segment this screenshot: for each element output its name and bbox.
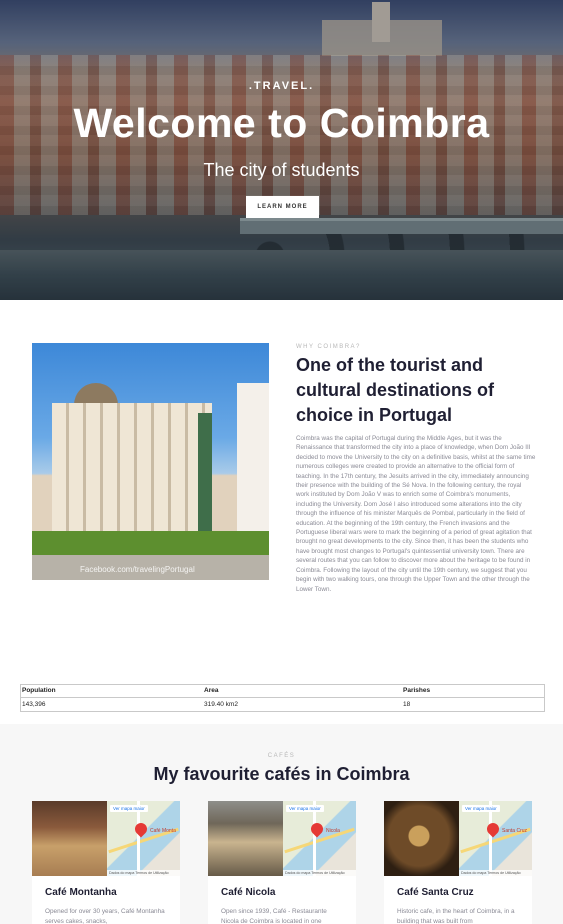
photo-statue	[198, 413, 212, 543]
cafe-name: Café Montanha	[45, 887, 117, 898]
stats-header-area: Area	[204, 687, 219, 694]
cafes-kicker: CAFÉS	[267, 753, 296, 759]
stats-header-row: Population Area Parishes	[21, 685, 544, 698]
cafe-photo	[208, 801, 283, 876]
cafe-photo	[384, 801, 459, 876]
stats-header-parishes: Parishes	[403, 687, 431, 694]
cafe-name: Café Santa Cruz	[397, 887, 474, 898]
view-larger-map-link[interactable]: Ver mapa maior	[110, 805, 148, 812]
cafes-title: My favourite cafés in Coimbra	[153, 764, 410, 784]
hero-subtitle: The city of students	[203, 160, 360, 180]
cafe-card-santa-cruz: Ver mapa maior Santa Cruz Dados do mapa …	[384, 801, 532, 924]
cafe-description: Opened for over 30 years, Café Montanha …	[45, 908, 165, 924]
stats-value-area: 319.40 km2	[204, 701, 238, 708]
cafe-map[interactable]: Ver mapa maior Nicola Dados do mapa Term…	[283, 801, 356, 876]
stats-value-parishes: 18	[403, 701, 411, 708]
map-place-label: Nicola	[326, 828, 340, 834]
map-place-label: Santa Cruz	[502, 828, 528, 834]
cafe-description: Historic cafe, in the heart of Coimbra, …	[397, 908, 515, 924]
cafe-name: Café Nicola	[221, 887, 276, 898]
cafe-description: Open since 1939, Café - Restaurante Nico…	[221, 908, 327, 924]
cafe-photo	[32, 801, 107, 876]
stats-header-population: Population	[22, 687, 56, 694]
map-place-label: Café Monta	[150, 828, 176, 834]
photo-building	[52, 403, 212, 543]
about-photo: Facebook.com/travelingPortugal	[32, 343, 269, 580]
map-pin-icon	[132, 820, 150, 838]
cafe-map[interactable]: Ver mapa maior Santa Cruz Dados do mapa …	[459, 801, 532, 876]
about-text: Coimbra was the capital of Portugal duri…	[296, 435, 536, 593]
cafe-map[interactable]: Ver mapa maior Café Monta Dados do mapa …	[107, 801, 180, 876]
stats-table: Population Area Parishes 143,396 319.40 …	[20, 684, 545, 712]
photo-side-building	[237, 383, 269, 543]
cafes-section: CAFÉS My favourite cafés in Coimbra Ver …	[0, 724, 563, 924]
stats-value-row: 143,396 319.40 km2 18	[21, 699, 544, 712]
about-kicker: WHY COIMBRA?	[296, 344, 361, 350]
photo-watermark: Facebook.com/travelingPortugal	[80, 565, 195, 574]
map-footer: Dados do mapa Termos de Utilização	[107, 870, 180, 876]
map-pin-icon	[308, 820, 326, 838]
map-footer: Dados do mapa Termos de Utilização	[459, 870, 532, 876]
view-larger-map-link[interactable]: Ver mapa maior	[462, 805, 500, 812]
map-footer: Dados do mapa Termos de Utilização	[283, 870, 356, 876]
hero-title: Welcome to Coimbra	[73, 100, 490, 146]
hero-kicker: .TRAVEL.	[248, 80, 315, 92]
cafe-card-nicola: Ver mapa maior Nicola Dados do mapa Term…	[208, 801, 356, 924]
learn-more-button[interactable]: LEARN MORE	[246, 196, 319, 218]
map-pin-icon	[484, 820, 502, 838]
about-title: One of the tourist and cultural destinat…	[296, 355, 495, 425]
cafe-card-montanha: Ver mapa maior Café Monta Dados do mapa …	[32, 801, 180, 924]
hero-section: .TRAVEL. Welcome to Coimbra The city of …	[0, 0, 563, 300]
stats-value-population: 143,396	[22, 701, 46, 708]
view-larger-map-link[interactable]: Ver mapa maior	[286, 805, 324, 812]
